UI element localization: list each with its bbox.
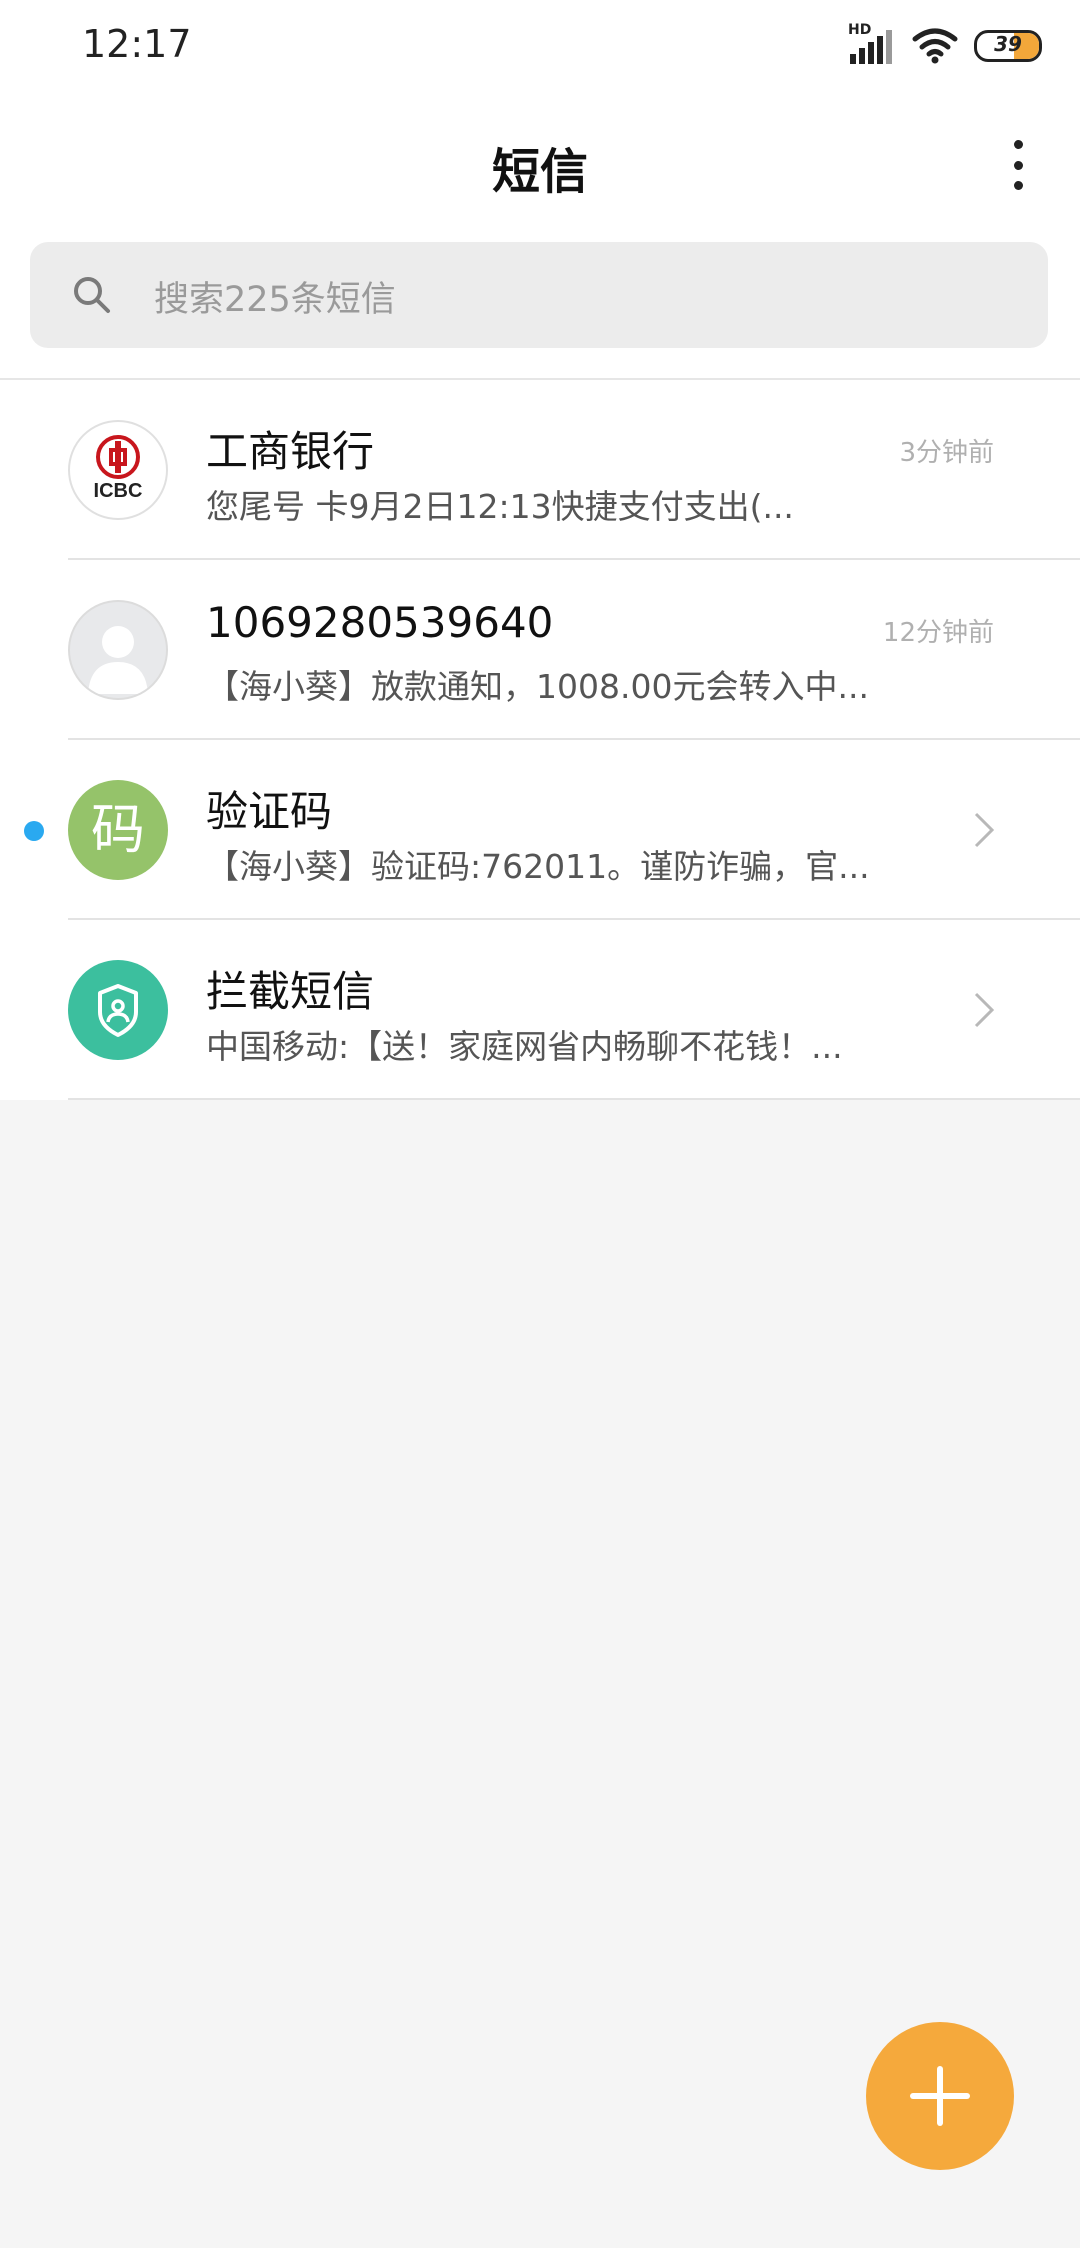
battery-icon: 39 [974, 30, 1042, 62]
status-icons: HD 39 [848, 22, 1042, 66]
avatar-code: 码 [68, 780, 168, 880]
conversation-item-verification[interactable]: 码 验证码 【海小葵】验证码:762011。谨防诈骗，官... [0, 740, 1080, 920]
search-icon [74, 277, 110, 313]
conversation-name: 拦截短信 [206, 967, 375, 1016]
conversation-time: 12分钟前 [882, 618, 994, 648]
conversation-item-number[interactable]: 1069280539640 【海小葵】放款通知，1008.00元会转入中... … [0, 560, 1080, 740]
avatar-blocked [68, 960, 168, 1060]
conversation-name: 1069280539640 [206, 598, 554, 647]
search-bar[interactable]: 搜索225条短信 [30, 242, 1048, 348]
conversation-preview: 您尾号 卡9月2日12:13快捷支付支出(... [206, 487, 794, 526]
avatar-icbc: ICBC [68, 420, 168, 520]
unread-dot [24, 821, 44, 841]
conversation-name: 验证码 [206, 787, 333, 836]
conversation-preview: 中国移动:【送！家庭网省内畅聊不花钱！... [206, 1027, 843, 1066]
divider [68, 1098, 1080, 1100]
signal-icon: HD [848, 22, 896, 66]
person-icon [88, 626, 148, 694]
avatar-label: ICBC [93, 480, 143, 502]
chevron-right-icon [974, 812, 995, 848]
conversation-preview: 【海小葵】验证码:762011。谨防诈骗，官... [206, 847, 870, 886]
conversation-name: 工商银行 [206, 427, 375, 476]
compose-button[interactable] [866, 2022, 1014, 2170]
conversation-time: 3分钟前 [899, 438, 994, 468]
more-vertical-icon[interactable] [1008, 140, 1028, 190]
page-title: 短信 [491, 144, 588, 200]
status-time: 12:17 [82, 22, 192, 66]
conversation-list: ICBC 工商银行 您尾号 卡9月2日12:13快捷支付支出(... 3分钟前 … [0, 380, 1080, 1100]
chevron-right-icon [974, 992, 995, 1028]
conversation-item-blocked[interactable]: 拦截短信 中国移动:【送！家庭网省内畅聊不花钱！... [0, 920, 1080, 1100]
wifi-icon [912, 28, 958, 64]
shield-icon [98, 984, 138, 1037]
icbc-logo-icon [96, 435, 140, 479]
battery-level: 39 [994, 32, 1022, 56]
avatar-default [68, 600, 168, 700]
search-placeholder: 搜索225条短信 [154, 280, 396, 320]
conversation-preview: 【海小葵】放款通知，1008.00元会转入中... [206, 667, 869, 706]
app-header-area: 12:17 HD 39 短信 搜索225条短信 [0, 0, 1080, 378]
conversation-item-icbc[interactable]: ICBC 工商银行 您尾号 卡9月2日12:13快捷支付支出(... 3分钟前 [0, 380, 1080, 560]
